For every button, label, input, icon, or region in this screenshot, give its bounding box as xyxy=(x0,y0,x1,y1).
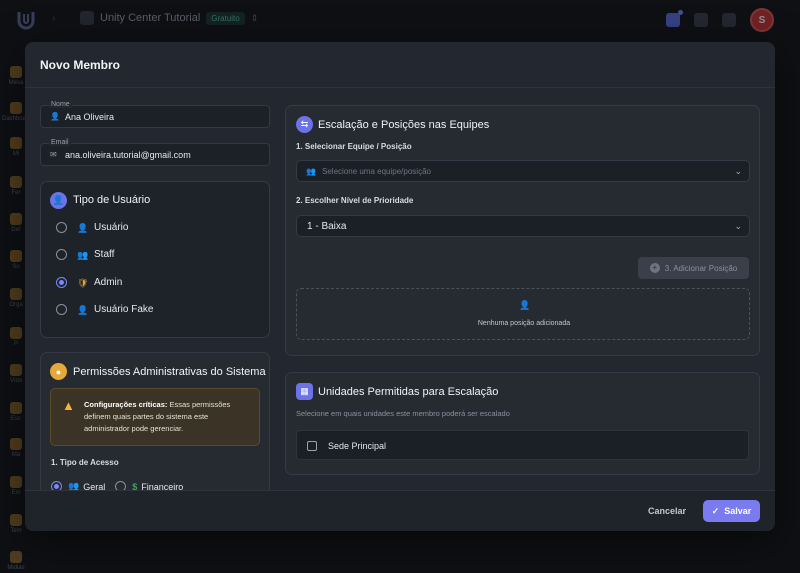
access-financeiro-label: Financeiro xyxy=(141,481,184,491)
modal-title: Novo Membro xyxy=(40,58,121,72)
staff-icon: 👥 xyxy=(77,249,89,260)
warning-box: ▲ Configurações críticas: Essas permissõ… xyxy=(50,388,260,446)
access-options: 👥 Geral $ Financeiro xyxy=(51,481,183,490)
unit-label: Sede Principal xyxy=(328,441,387,451)
user-plus-icon: 👤 xyxy=(519,300,531,310)
permissions-title: Permissões Administrativas do Sistema xyxy=(73,366,266,378)
money-icon: $ xyxy=(132,481,138,491)
warning-icon: ▲ xyxy=(62,398,75,413)
mail-icon: ✉ xyxy=(50,150,57,159)
new-member-modal: Novo Membro Nome 👤 Ana Oliveira Email ✉ … xyxy=(25,42,775,531)
modal-body: Nome 👤 Ana Oliveira Email ✉ ana.oliveira… xyxy=(25,88,775,490)
building-icon: ▦ xyxy=(296,383,313,400)
modal-header: Novo Membro xyxy=(25,42,775,88)
name-field-value: Ana Oliveira xyxy=(65,112,115,122)
email-field-value: ana.oliveira.tutorial@gmail.com xyxy=(65,150,191,160)
unit-row[interactable]: Sede Principal xyxy=(296,430,749,460)
unit-checkbox[interactable] xyxy=(307,441,317,451)
warning-text: Configurações críticas: Essas permissões… xyxy=(84,399,254,435)
teams-title: Escalação e Posições nas Equipes xyxy=(318,119,490,131)
shield-icon: 🛡 xyxy=(77,277,89,288)
step2-label: 2. Escolher Nível de Prioridade xyxy=(296,196,414,205)
user-type-title: Tipo de Usuário xyxy=(73,194,151,206)
chevron-down-icon: ⌄ xyxy=(734,221,742,231)
team-icon: ⇆ xyxy=(296,116,313,133)
units-card: ▦ Unidades Permitidas para Escalação Sel… xyxy=(285,372,760,475)
teams-card: ⇆ Escalação e Posições nas Equipes 1. Se… xyxy=(285,105,760,356)
user-icon: 👤 xyxy=(50,112,60,121)
chevron-down-icon: ⌄ xyxy=(734,166,742,176)
user-type-label: Usuário xyxy=(94,222,129,233)
modal-footer: Cancelar ✓ Salvar xyxy=(25,490,775,531)
team-position-select[interactable]: 👥 Selecione uma equipe/posição ⌄ xyxy=(296,160,750,182)
email-field[interactable]: Email ✉ ana.oliveira.tutorial@gmail.com xyxy=(40,139,270,166)
access-geral-label: Geral xyxy=(83,481,106,491)
positions-empty-state: 👤 Nenhuma posição adicionada xyxy=(296,288,750,340)
user-type-radio[interactable] xyxy=(56,222,67,233)
add-position-button[interactable]: + 3. Adicionar Posição xyxy=(638,257,749,279)
user-type-option[interactable]: 👤 Usuário Fake xyxy=(56,304,153,315)
user-type-label: Usuário Fake xyxy=(94,304,154,315)
access-financeiro-radio[interactable] xyxy=(115,481,127,490)
name-field-label: Nome xyxy=(49,101,72,108)
save-button[interactable]: ✓ Salvar xyxy=(703,500,760,522)
user-type-label: Staff xyxy=(94,249,115,260)
settings-icon: ● xyxy=(50,363,67,380)
user-type-option[interactable]: 👥 Staff xyxy=(56,249,114,260)
team-select-placeholder: Selecione uma equipe/posição xyxy=(322,167,431,176)
warning-strong: Configurações críticas: xyxy=(84,400,168,409)
units-title: Unidades Permitidas para Escalação xyxy=(318,386,499,398)
access-type-label: 1. Tipo de Acesso xyxy=(51,458,119,467)
user-type-radio[interactable] xyxy=(56,304,67,315)
user-type-option[interactable]: 🛡 Admin xyxy=(56,277,122,288)
priority-select[interactable]: 1 - Baixa ⌄ xyxy=(296,215,750,237)
user-type-radio[interactable] xyxy=(56,277,67,288)
empty-text: Nenhuma posição adicionada xyxy=(477,320,571,327)
email-field-label: Email xyxy=(49,139,71,146)
user-type-radio[interactable] xyxy=(56,249,67,260)
units-description: Selecione em quais unidades este membro … xyxy=(296,409,510,418)
save-label: Salvar xyxy=(724,506,752,516)
user-type-label: Admin xyxy=(94,277,123,288)
check-icon: ✓ xyxy=(711,505,720,516)
name-field[interactable]: Nome 👤 Ana Oliveira xyxy=(40,101,270,128)
step1-label: 1. Selecionar Equipe / Posição xyxy=(296,142,412,151)
user-type-card: 👤 Tipo de Usuário 👤 Usuário 👥 Staff 🛡 Admin 👤 U… xyxy=(40,181,270,338)
permissions-card: ● Permissões Administrativas do Sistema … xyxy=(40,352,270,490)
cancel-button[interactable]: Cancelar xyxy=(648,506,686,516)
priority-value: 1 - Baixa xyxy=(307,221,347,232)
add-position-label: 3. Adicionar Posição xyxy=(664,263,738,273)
user-type-option[interactable]: 👤 Usuário xyxy=(56,222,128,233)
users-icon: 👥 xyxy=(306,167,316,176)
user-x-icon: 👤 xyxy=(77,304,89,315)
users-icon: 👥 xyxy=(68,481,80,490)
user-icon: 👤 xyxy=(50,192,67,209)
plus-icon: + xyxy=(649,263,660,273)
access-geral-radio[interactable] xyxy=(51,481,62,490)
user-icon: 👤 xyxy=(77,222,89,233)
